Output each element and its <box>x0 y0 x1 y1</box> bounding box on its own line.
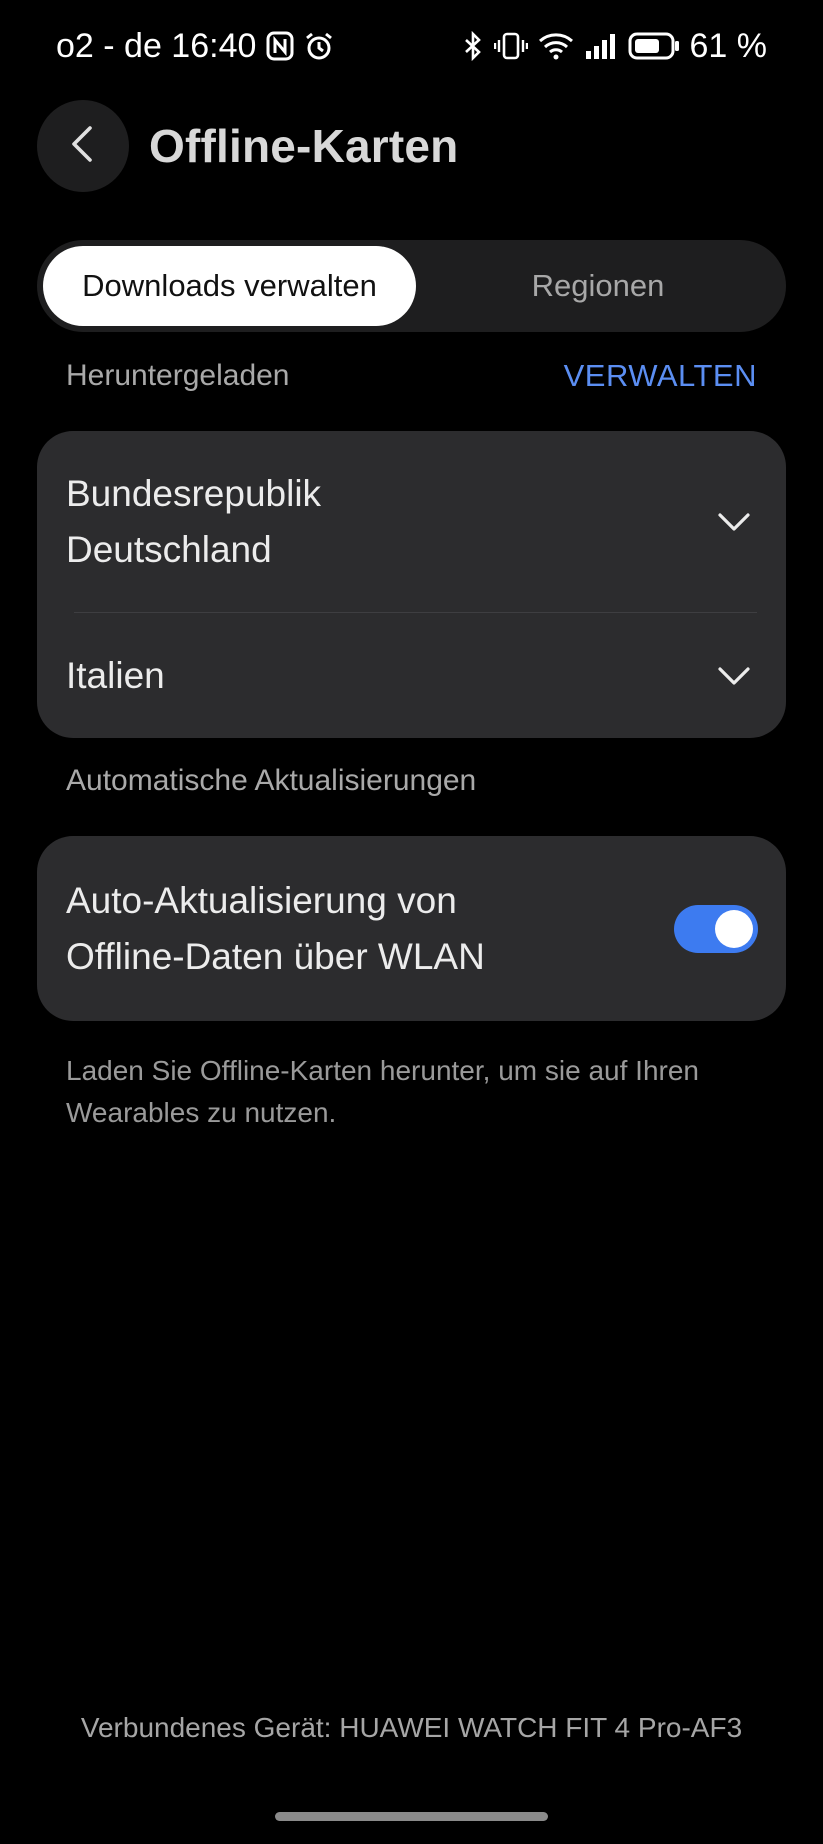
region-name-line2: Deutschland <box>66 528 272 570</box>
list-item-region-germany[interactable]: Bundesrepublik Deutschland <box>37 431 786 612</box>
chevron-down-icon[interactable] <box>716 504 752 540</box>
chevron-left-icon <box>66 124 100 169</box>
auto-updates-section-header: Automatische Aktualisierungen <box>66 764 757 798</box>
section-title-downloaded: Heruntergeladen <box>66 359 290 392</box>
region-name: Bundesrepublik Deutschland <box>66 466 321 578</box>
auto-update-toggle[interactable] <box>674 904 758 953</box>
auto-update-card: Auto-Aktualisierung von Offline-Daten üb… <box>37 836 786 1021</box>
segmented-tabs: Downloads verwalten Regionen <box>37 240 786 332</box>
auto-update-label: Auto-Aktualisierung von Offline-Daten üb… <box>66 873 586 985</box>
manage-button[interactable]: VERWALTEN <box>564 358 757 394</box>
list-item-region-italy[interactable]: Italien <box>37 613 786 738</box>
vibrate-icon <box>493 31 528 61</box>
carrier-time: o2 - de 16:40 <box>56 26 257 65</box>
home-indicator[interactable] <box>275 1812 548 1821</box>
page-title: Offline-Karten <box>149 120 459 172</box>
bluetooth-icon <box>462 31 484 61</box>
status-right: 61 % <box>462 26 768 66</box>
wifi-icon <box>538 31 574 61</box>
status-bar: o2 - de 16:40 61 % <box>0 0 823 92</box>
app-header: Offline-Karten <box>37 100 458 192</box>
helper-text: Laden Sie Offline-Karten herunter, um si… <box>66 1055 699 1128</box>
battery-icon <box>628 31 680 61</box>
section-title-auto-updates: Automatische Aktualisierungen <box>66 764 477 797</box>
region-name-line1: Bundesrepublik <box>66 472 322 514</box>
signal-icon <box>584 32 618 60</box>
auto-update-label-line2: Offline-Daten über WLAN <box>66 935 485 977</box>
chevron-down-icon[interactable] <box>716 658 752 694</box>
auto-update-row: Auto-Aktualisierung von Offline-Daten üb… <box>37 836 786 1021</box>
region-name: Italien <box>66 654 165 696</box>
back-button[interactable] <box>37 100 129 192</box>
alarm-icon <box>304 31 334 61</box>
downloaded-section-header: Heruntergeladen VERWALTEN <box>66 358 757 394</box>
nfc-icon <box>266 31 294 61</box>
status-left: o2 - de 16:40 <box>56 27 334 66</box>
connected-device-text: Verbundenes Gerät: HUAWEI WATCH FIT 4 Pr… <box>80 1712 743 1743</box>
toggle-knob <box>715 909 753 948</box>
offline-maps-screen: o2 - de 16:40 61 % Offline-Karten Downlo… <box>0 0 823 1844</box>
tab-downloads-manage[interactable]: Downloads verwalten <box>43 246 416 326</box>
auto-update-label-line1: Auto-Aktualisierung von <box>66 879 457 921</box>
battery-percent: 61 % <box>689 26 768 65</box>
tab-regions[interactable]: Regionen <box>416 246 780 326</box>
downloaded-regions-card: Bundesrepublik Deutschland Italien <box>37 431 786 738</box>
